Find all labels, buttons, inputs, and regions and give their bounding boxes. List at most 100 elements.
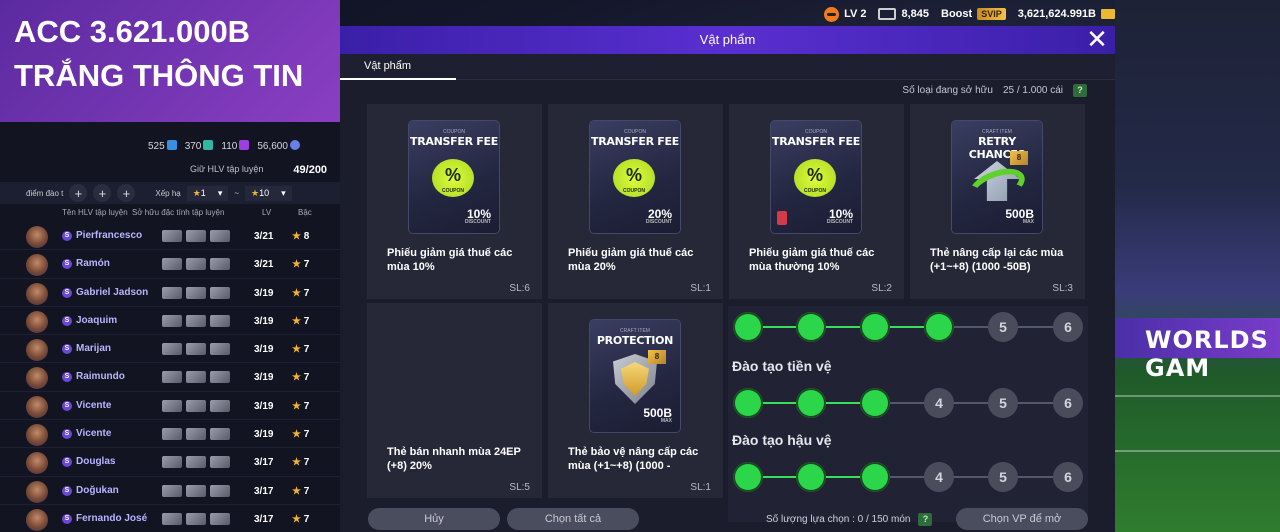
player-grade-value: 7 [303, 287, 310, 299]
item-card[interactable]: COUPON TRANSFER FEE % COUPON 10% DISCOUNT … [367, 104, 542, 299]
add-filter-button[interactable]: + [117, 184, 136, 202]
currency-1-icon [166, 140, 177, 150]
rank-indicator: 8,845 [878, 8, 929, 20]
trait-icon [210, 512, 230, 525]
player-row[interactable]: S Doğukan 3/17 ★ 7 [0, 477, 340, 505]
player-row[interactable]: S Raimundo 3/19 ★ 7 [0, 363, 340, 392]
training-node-icon[interactable] [860, 462, 890, 492]
boost-indicator[interactable]: Boost SVIP [941, 8, 1006, 20]
add-filter-button[interactable]: + [69, 184, 88, 202]
player-row[interactable]: S Douglas 3/17 ★ 7 [0, 448, 340, 477]
star-icon: ★ [292, 231, 304, 242]
player-row[interactable]: S Ramón 3/21 ★ 7 [0, 250, 340, 279]
trait-icon [210, 371, 230, 384]
player-row[interactable]: S Marijan 3/19 ★ 7 [0, 335, 340, 364]
grade-badge-icon: 8 [648, 350, 666, 364]
training-node-icon[interactable] [733, 312, 763, 342]
item-description: Thẻ bán nhanh mùa 24EP (+8) 20% [387, 446, 521, 472]
star-icon: ★ [292, 485, 304, 497]
trait-icons [162, 230, 230, 242]
item-quantity: SL:5 [509, 482, 530, 493]
training-node-icon[interactable] [733, 388, 763, 418]
open-selected-button[interactable]: Chọn VP để mở [956, 508, 1088, 530]
trait-icon [210, 286, 230, 299]
trait-icon [210, 343, 230, 356]
tab-bar: Vật phẩm [340, 54, 1115, 80]
coupon-sign: % [806, 165, 823, 185]
trait-icon [210, 428, 230, 441]
player-row[interactable]: S Gabriel Jadson 3/19 ★ 7 [0, 279, 340, 307]
item-card[interactable]: COUPON TRANSFER FEE % COUPON 20% DISCOUNT … [548, 104, 723, 299]
sort-from-select[interactable]: ★1 ▾ [186, 185, 229, 201]
player-name: Ramón [76, 258, 110, 270]
player-grade: ★ 7 [292, 457, 309, 468]
player-row[interactable]: S Vicente 3/19 ★ 7 [0, 392, 340, 421]
trait-icon [186, 314, 206, 327]
training-node-icon[interactable] [796, 462, 826, 492]
item-card[interactable]: CRAFT ITEM RETRY CHANCES 8 500B MAX Thẻ n… [910, 104, 1085, 299]
training-node[interactable]: 4 [924, 462, 954, 492]
trait-icons [162, 484, 230, 497]
training-node[interactable]: 4 [924, 388, 954, 418]
player-lv: 3/17 [254, 485, 274, 497]
player-lv: 3/19 [254, 429, 274, 441]
card-value-sub: DISCOUNT [464, 219, 491, 225]
training-node[interactable]: 5 [988, 462, 1018, 492]
trait-icons [162, 314, 230, 327]
close-icon[interactable]: ✕ [1083, 26, 1111, 54]
player-list: S Pierfrancesco 3/21 ★ 8 S Ramón 3/21 ★ 7 S Gabri… [0, 222, 340, 532]
cancel-button[interactable]: Hủy [368, 508, 500, 530]
training-node-icon[interactable] [860, 312, 890, 342]
coin-indicator: 3,621,624.991B [1018, 8, 1115, 20]
currency-4-icon [289, 140, 300, 150]
currency-2-value: 370 [184, 141, 202, 152]
training-node-icon[interactable] [796, 312, 826, 342]
training-node-icon[interactable] [796, 388, 826, 418]
header-grade: Bậc [298, 208, 312, 217]
tab-items[interactable]: Vật phẩm [340, 54, 456, 80]
training-track-midfield: 4 5 6 [728, 386, 1088, 420]
player-avatar [26, 480, 48, 503]
item-quantity: SL:1 [690, 283, 711, 294]
currency-4: 56,600 [257, 140, 300, 152]
selection-count: Số lượng lựa chọn : 0 / 150 món ? [766, 513, 933, 526]
training-node[interactable]: 5 [988, 312, 1018, 342]
currency-3-icon [239, 140, 250, 150]
sort-to-select[interactable]: ★10 ▾ [245, 185, 292, 201]
item-card[interactable]: COUPON TRANSFER FEE % COUPON 10% DISCOUNT … [729, 104, 904, 299]
training-track-defense: 4 5 6 [728, 460, 1088, 494]
training-node[interactable]: 6 [1053, 312, 1083, 342]
training-node[interactable]: 6 [1053, 462, 1083, 492]
trait-icons [162, 371, 230, 384]
coupon-icon: % COUPON [432, 159, 474, 197]
trait-icon [210, 399, 230, 412]
training-node-icon[interactable] [924, 312, 954, 342]
player-row[interactable]: S Pierfrancesco 3/21 ★ 8 [0, 222, 340, 251]
coupon-card-image: COUPON TRANSFER FEE % COUPON 10% DISCOUNT [409, 121, 499, 233]
help-button[interactable]: ? [918, 513, 933, 526]
player-row[interactable]: S Vicente 3/19 ★ 7 [0, 420, 340, 449]
player-avatar [26, 254, 48, 277]
player-grade: ★ 8 [292, 231, 309, 242]
training-node-icon[interactable] [860, 388, 890, 418]
player-grade: ★ 7 [292, 514, 309, 525]
player-row[interactable]: S Joaquim 3/19 ★ 7 [0, 307, 340, 336]
player-avatar [26, 282, 48, 305]
item-card[interactable]: Thẻ bán nhanh mùa 24EP (+8) 20% SL:5 [367, 303, 542, 498]
training-node[interactable]: 5 [988, 388, 1018, 418]
select-all-button[interactable]: Chọn tất cả [507, 508, 639, 530]
player-lv: 3/17 [254, 457, 274, 469]
training-node-icon[interactable] [733, 462, 763, 492]
s-badge-icon: S [62, 429, 72, 440]
add-filter-button[interactable]: + [93, 184, 112, 202]
training-node[interactable]: 6 [1053, 388, 1083, 418]
item-quantity: SL:3 [1052, 283, 1073, 294]
table-header: Tên HLV tập luyện Sở hữu đặc tính tập lu… [0, 208, 340, 222]
player-name: Joaquim [76, 314, 118, 326]
player-row[interactable]: S Fernando José 3/17 ★ 7 [0, 505, 340, 532]
card-title: TRANSFER FEE [772, 135, 860, 148]
item-card[interactable]: CRAFT ITEM PROTECTION 8 500B MAX Thẻ bảo … [548, 303, 723, 498]
help-button[interactable]: ? [1073, 84, 1087, 97]
player-lv: 3/19 [254, 400, 274, 412]
selection-count-text: Số lượng lựa chọn : 0 / 150 món [766, 514, 911, 525]
